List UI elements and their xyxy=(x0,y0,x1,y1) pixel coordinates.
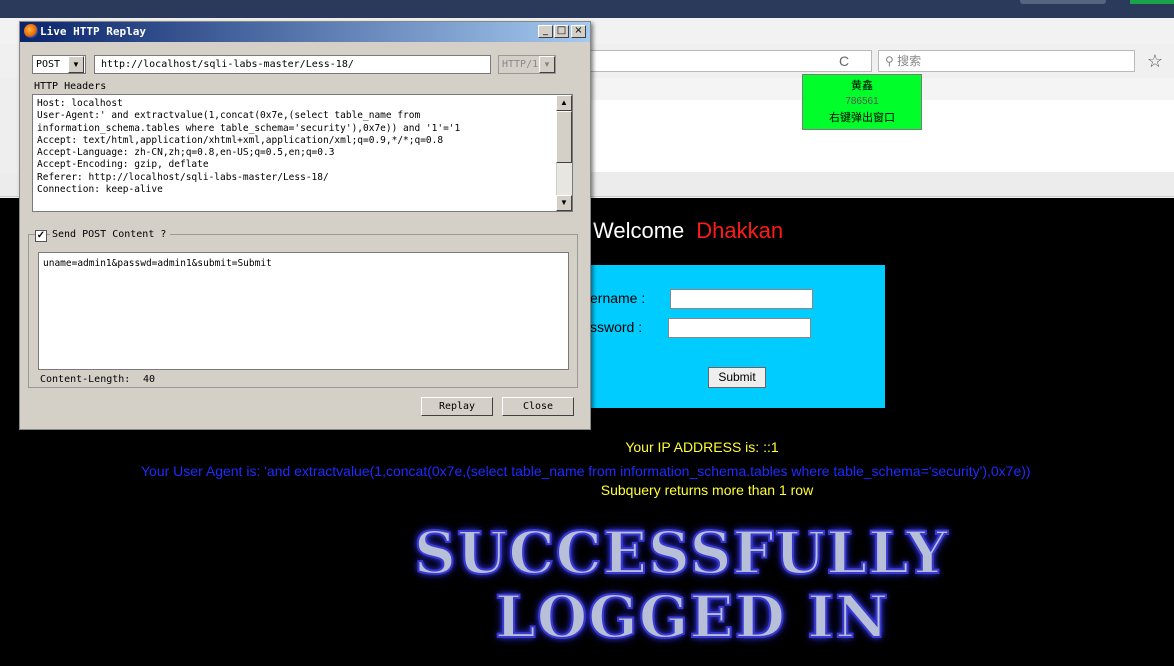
bookmark-star-icon[interactable]: ☆ xyxy=(1143,49,1167,73)
close-icon[interactable]: × xyxy=(571,25,586,38)
sql-error-text: Subquery returns more than 1 row xyxy=(600,482,814,498)
search-icon: ⚲ xyxy=(885,54,898,68)
http-headers-textarea[interactable]: Host: localhost User-Agent:' and extract… xyxy=(32,94,573,212)
popup-line1: 黄鑫 xyxy=(851,80,873,92)
content-length-value: 40 xyxy=(143,374,156,385)
reload-icon[interactable]: C xyxy=(834,50,854,72)
welcome-heading: Welcome Dhakkan xyxy=(593,218,783,244)
welcome-text: Welcome xyxy=(593,218,685,243)
firefox-icon xyxy=(24,24,38,38)
address-bar[interactable] xyxy=(560,50,872,72)
close-button[interactable]: Close xyxy=(502,397,574,416)
username-label: ername : xyxy=(590,290,646,306)
url-input[interactable]: http://localhost/sqli-labs-master/Less-1… xyxy=(94,55,491,74)
content-length-label: Content-Length: xyxy=(40,374,131,385)
user-name: Dhakkan xyxy=(696,218,784,243)
banner-logged-in: LOGGED IN xyxy=(494,582,890,652)
scroll-thumb[interactable] xyxy=(556,111,572,163)
maximize-button[interactable]: □ xyxy=(554,25,569,38)
username-field[interactable] xyxy=(670,289,813,309)
password-label: ssword : xyxy=(590,319,643,335)
scroll-up-icon[interactable]: ▲ xyxy=(556,95,572,111)
popup-line2: 786561 xyxy=(845,96,879,107)
user-agent-text: Your User Agent is: 'and extractvalue(1,… xyxy=(141,463,1031,479)
submit-button[interactable]: Submit xyxy=(708,367,766,388)
send-post-checkbox[interactable]: ✓ xyxy=(35,230,47,242)
http-headers-text: Host: localhost User-Agent:' and extract… xyxy=(37,98,461,196)
window-control[interactable] xyxy=(1020,0,1106,4)
send-post-label: Send POST Content ? xyxy=(50,229,171,240)
window-control-accent[interactable] xyxy=(1130,0,1174,4)
password-field[interactable] xyxy=(668,318,811,338)
context-popup[interactable]: 黄鑫 786561 右键弹出窗口 xyxy=(802,74,922,130)
search-input[interactable]: ⚲ 搜索 xyxy=(878,50,1135,72)
post-body-textarea[interactable]: uname=admin1&passwd=admin1&submit=Submit xyxy=(38,252,569,370)
scroll-down-icon[interactable]: ▼ xyxy=(556,195,572,211)
replay-button[interactable]: Replay xyxy=(421,397,493,416)
window-top-strip xyxy=(0,0,1174,18)
banner-successfully: SUCCESSFULLY xyxy=(413,518,949,588)
chevron-down-icon: ▼ xyxy=(539,56,555,73)
ip-address-text: Your IP ADDRESS is: ::1 xyxy=(625,439,779,455)
minimize-button[interactable]: _ xyxy=(538,25,553,38)
popup-line3: 右键弹出窗口 xyxy=(829,112,895,124)
http-headers-label: HTTP Headers xyxy=(34,81,107,92)
search-placeholder: 搜索 xyxy=(897,54,922,68)
dialog-title: Live HTTP Replay xyxy=(40,25,146,38)
chevron-down-icon[interactable]: ▼ xyxy=(68,56,84,73)
